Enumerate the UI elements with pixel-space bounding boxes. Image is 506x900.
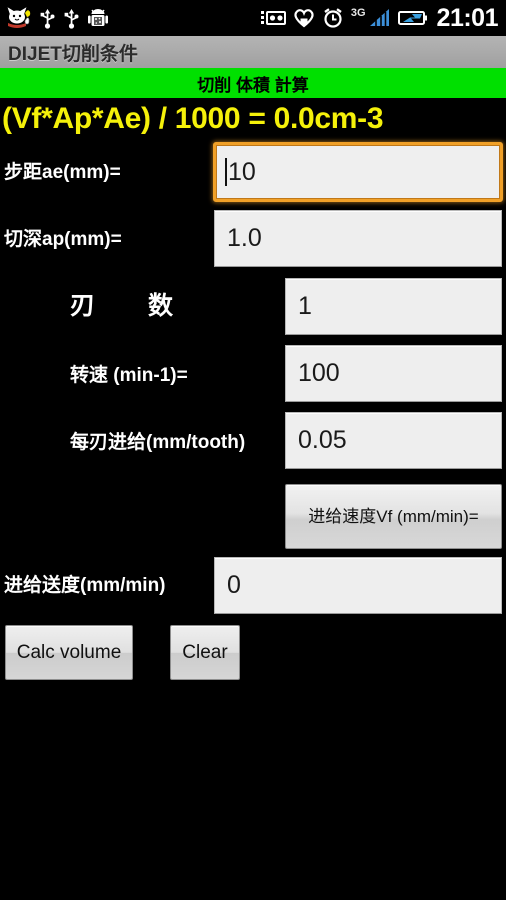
status-bar: 3G 21:01 (0, 0, 506, 36)
input-feed-per-tooth-value: 0.05 (298, 426, 347, 454)
label-flute-count: 刃 数 (70, 292, 188, 320)
input-feed-rate-value: 0 (227, 571, 241, 599)
section-header-label: 切削 体積 計算 (197, 75, 309, 95)
alarm-clock-icon (324, 8, 342, 28)
label-spindle-speed: 转速 (min-1)= (70, 365, 188, 386)
label-feed-rate: 进给送度(mm/min) (4, 575, 166, 596)
section-header: 切削 体積 計算 (0, 68, 506, 98)
network-type-label: 3G (350, 7, 366, 19)
app-title: DIJET切削条件 (8, 43, 138, 65)
calc-feed-rate-vf-button-label: 进给速度Vf (mm/min)= (308, 506, 479, 526)
status-bar-left-icons (0, 6, 109, 30)
input-stepover-ae[interactable]: 10 (213, 142, 503, 202)
usb-icon (64, 9, 79, 29)
input-flute-count[interactable]: 1 (285, 278, 502, 335)
label-stepover-ae: 步距ae(mm)= (4, 162, 121, 183)
calc-volume-button[interactable]: Calc volume (5, 625, 133, 680)
input-stepover-ae-value: 10 (228, 157, 256, 186)
clear-button[interactable]: Clear (170, 625, 240, 680)
android-robot-icon (88, 9, 108, 26)
label-feed-per-tooth: 每刃进给(mm/tooth) (70, 432, 246, 453)
app-root: 3G 21:01 DIJET切削条件 切削 体積 計算 (Vf*Ap*Ae) /… (0, 0, 506, 900)
input-depth-ap[interactable]: 1.0 (214, 210, 502, 267)
label-depth-ap: 切深ap(mm)= (4, 229, 122, 250)
heart-icon (294, 9, 314, 28)
cat-icon (7, 7, 31, 28)
input-spindle-speed-value: 100 (298, 359, 340, 387)
app-title-bar: DIJET切削条件 (0, 36, 506, 68)
text-cursor (225, 158, 227, 186)
input-feed-rate[interactable]: 0 (214, 557, 502, 614)
input-feed-per-tooth[interactable]: 0.05 (285, 412, 502, 469)
formula-result-label: (Vf*Ap*Ae) / 1000 = 0.0cm-3 (2, 102, 384, 135)
usb-icon (40, 9, 55, 29)
input-spindle-speed[interactable]: 100 (285, 345, 502, 402)
signal-bars-icon (369, 9, 389, 26)
clock-label: 21:01 (436, 4, 499, 32)
status-bar-right-icons: 3G 21:01 (260, 4, 506, 32)
input-flute-count-value: 1 (298, 292, 312, 320)
clear-button-label: Clear (182, 641, 228, 663)
input-depth-ap-value: 1.0 (227, 224, 262, 252)
sync-device-icon (260, 11, 286, 25)
battery-charging-icon (397, 11, 427, 25)
calc-feed-rate-vf-button[interactable]: 进给速度Vf (mm/min)= (285, 484, 502, 549)
calc-volume-button-label: Calc volume (16, 641, 122, 663)
